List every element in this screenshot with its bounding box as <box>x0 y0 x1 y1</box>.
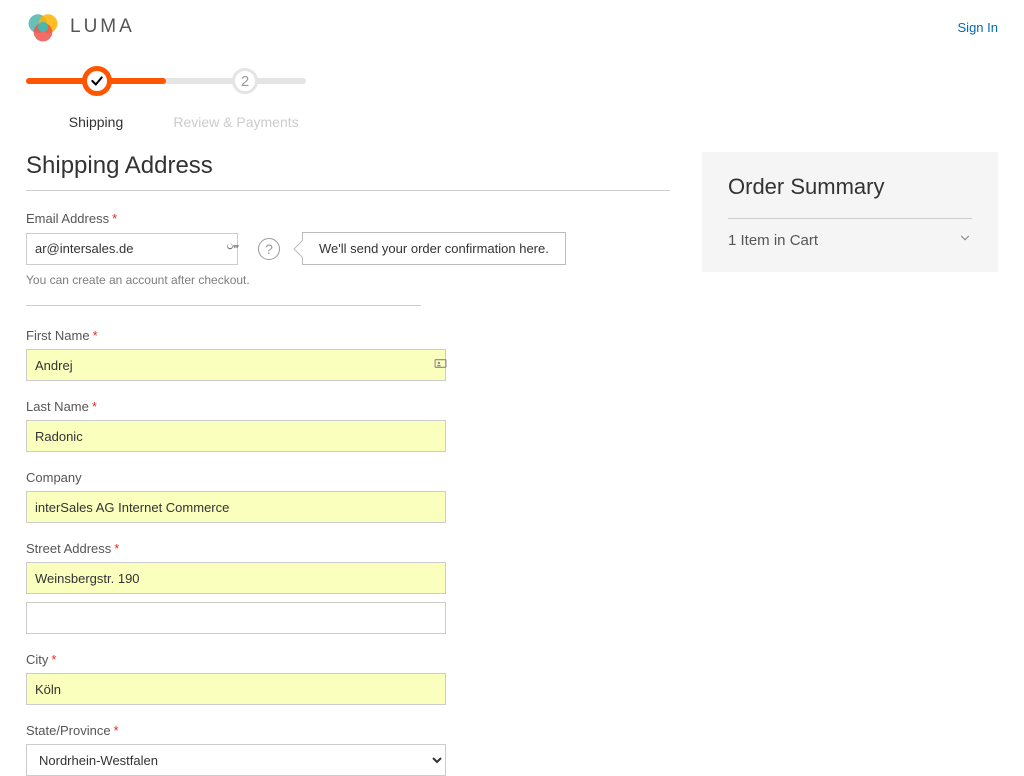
required-marker: * <box>112 211 117 226</box>
cart-items-count: 1 Item in Cart <box>728 232 818 249</box>
checkout-progress: 2 <box>26 66 306 106</box>
state-select[interactable]: Nordrhein-Westfalen <box>26 744 446 776</box>
shipping-form: Shipping Address Email Address* ? We'll … <box>26 152 670 776</box>
company-label: Company <box>26 470 670 485</box>
email-note: You can create an account after checkout… <box>26 273 421 287</box>
required-marker: * <box>93 328 98 343</box>
brand-logo[interactable]: LUMA <box>26 10 135 44</box>
page-title: Shipping Address <box>26 152 670 191</box>
check-icon <box>90 74 104 88</box>
sign-in-link[interactable]: Sign In <box>958 20 998 35</box>
street-label-text: Street Address <box>26 541 111 556</box>
state-label-text: State/Province <box>26 723 111 738</box>
street-label: Street Address* <box>26 541 670 556</box>
last-name-label-text: Last Name <box>26 399 89 414</box>
step-2-number: 2 <box>241 73 249 90</box>
luma-logo-icon <box>26 10 60 44</box>
page-header: LUMA Sign In <box>0 0 1024 52</box>
required-marker: * <box>114 541 119 556</box>
street-field-1[interactable] <box>26 562 446 594</box>
email-label-text: Email Address <box>26 211 109 226</box>
company-field[interactable] <box>26 491 446 523</box>
first-name-label-text: First Name <box>26 328 90 343</box>
help-icon[interactable]: ? <box>258 238 280 260</box>
state-label: State/Province* <box>26 723 670 738</box>
order-summary-title: Order Summary <box>728 174 972 200</box>
street-field-2[interactable] <box>26 602 446 634</box>
required-marker: * <box>92 399 97 414</box>
email-field[interactable] <box>26 233 238 265</box>
required-marker: * <box>51 652 56 667</box>
required-marker: * <box>114 723 119 738</box>
order-summary-panel: Order Summary 1 Item in Cart <box>702 152 998 272</box>
step-shipping-marker <box>82 66 112 96</box>
email-label: Email Address* <box>26 211 421 226</box>
city-label: City* <box>26 652 670 667</box>
last-name-label: Last Name* <box>26 399 670 414</box>
email-tooltip: We'll send your order confirmation here. <box>302 232 566 265</box>
city-label-text: City <box>26 652 48 667</box>
chevron-down-icon <box>958 231 972 250</box>
step-shipping-label: Shipping <box>26 114 166 130</box>
step-review-label: Review & Payments <box>166 114 306 130</box>
city-field[interactable] <box>26 673 446 705</box>
first-name-field[interactable] <box>26 349 446 381</box>
first-name-label: First Name* <box>26 328 670 343</box>
brand-name: LUMA <box>70 16 135 38</box>
cart-items-toggle[interactable]: 1 Item in Cart <box>728 218 972 250</box>
progress-labels: Shipping Review & Payments <box>26 114 306 130</box>
step-review-marker: 2 <box>232 68 258 94</box>
last-name-field[interactable] <box>26 420 446 452</box>
